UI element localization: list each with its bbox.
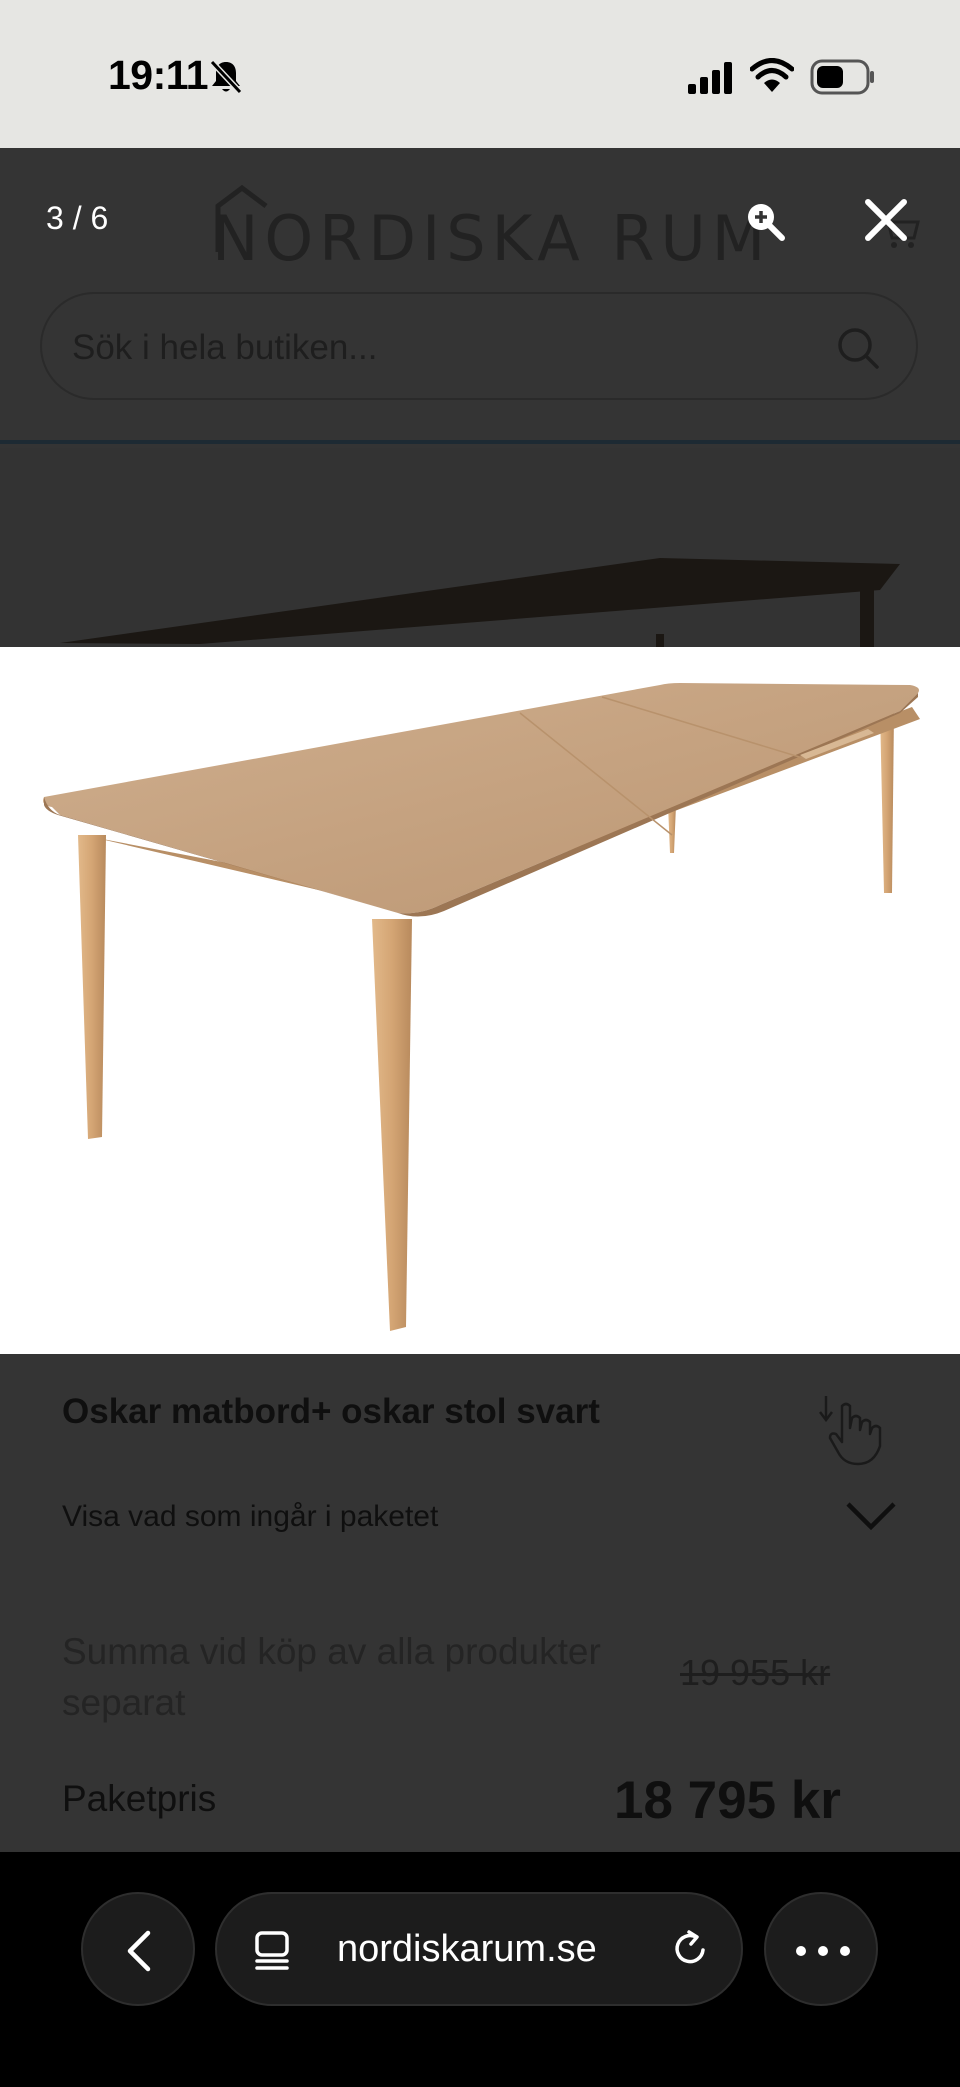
table-photo: [43, 683, 920, 1331]
tabs-icon[interactable]: [253, 1930, 293, 1970]
header-divider: [0, 440, 960, 444]
status-time: 19:11: [108, 52, 209, 98]
search-placeholder: Sök i hela butiken...: [72, 328, 378, 367]
more-button[interactable]: [764, 1892, 878, 2006]
package-price: 18 795 kr: [614, 1771, 841, 1830]
package-contents-toggle[interactable]: Visa vad som ingår i paketet: [62, 1500, 898, 1550]
product-image[interactable]: [0, 647, 960, 1354]
close-icon[interactable]: [862, 196, 910, 244]
store-logo[interactable]: NORDISKA RUM: [212, 184, 765, 275]
address-bar[interactable]: nordiskarum.se: [215, 1892, 743, 2006]
separate-sum-label: Summa vid köp av alla produkter separat: [62, 1631, 601, 1723]
back-button[interactable]: [81, 1892, 195, 2006]
search-icon[interactable]: [836, 326, 880, 370]
search-input[interactable]: Sök i hela butiken...: [40, 292, 918, 400]
signal-icon: [688, 62, 732, 94]
logo-text: NORDISKA RUM: [212, 202, 772, 275]
package-contents-label: Visa vad som ingår i paketet: [62, 1500, 439, 1533]
bell-slash-icon: [209, 59, 243, 95]
back-icon: [127, 1930, 151, 1972]
url-text: nordiskarum.se: [337, 1928, 597, 1970]
package-price-label: Paketpris: [62, 1778, 217, 1819]
wifi-icon: [750, 58, 794, 92]
zoom-in-icon[interactable]: [744, 200, 786, 242]
chevron-down-icon: [846, 1502, 896, 1531]
product-title: Oskar matbord+ oskar stol svart: [62, 1392, 600, 1431]
more-icon: [796, 1946, 850, 1956]
battery-icon: [810, 59, 874, 95]
reload-icon[interactable]: [669, 1928, 711, 1970]
status-bar: 19:11: [0, 0, 960, 148]
tap-hand-icon: [819, 1396, 882, 1466]
site-header: NORDISKA RUM Sök i hela butiken...: [0, 148, 960, 444]
gallery-counter: 3 / 6: [46, 200, 109, 236]
old-price: 19 955 kr: [680, 1652, 831, 1693]
browser-toolbar: nordiskarum.se: [0, 1852, 960, 2087]
